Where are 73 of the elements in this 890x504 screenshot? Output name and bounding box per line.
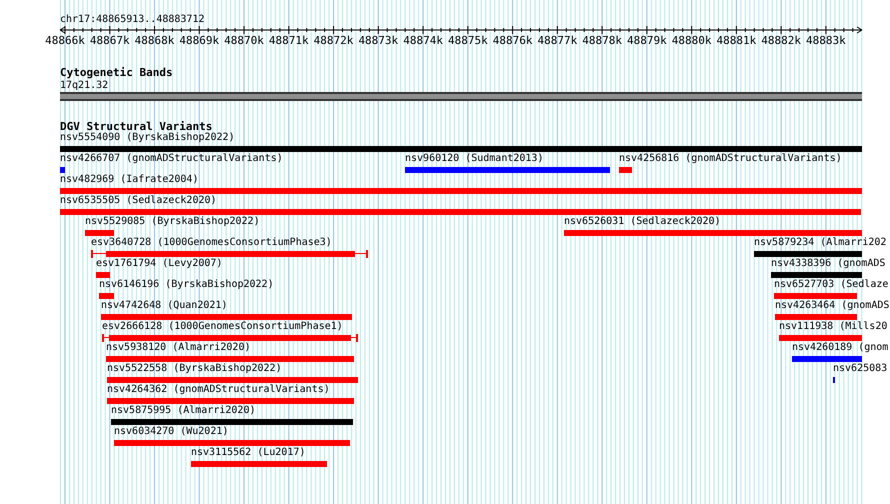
- track-title: Cytogenetic Bands: [60, 66, 173, 80]
- tick-label: 48871k: [268, 34, 310, 47]
- feature-bar[interactable]: [619, 167, 632, 173]
- feature-bar[interactable]: [114, 440, 350, 446]
- feature-label: esv1761794 (Levy2007): [96, 258, 222, 270]
- feature-label: nsv6034270 (Wu2021): [114, 426, 228, 438]
- tick-label: 48880k: [670, 34, 712, 47]
- tick-label: 48870k: [223, 34, 265, 47]
- tick-label: 48877k: [536, 34, 578, 47]
- feature-bar[interactable]: [60, 167, 65, 173]
- tick-label: 48867k: [88, 34, 131, 47]
- tick-label: 48876k: [492, 34, 534, 47]
- feature-bar[interactable]: [771, 272, 862, 278]
- feature-label: nsv111938 (Mills20: [779, 321, 888, 333]
- feature-bar[interactable]: [85, 230, 114, 236]
- feature-label: nsv5938120 (Almarri2020): [106, 342, 250, 354]
- feature-label: esv3640728 (1000GenomesConsortiumPhase3): [91, 237, 332, 249]
- feature-bar[interactable]: [96, 272, 110, 278]
- feature-bar[interactable]: [106, 356, 354, 362]
- feature-label: nsv6527703 (Sedlaze: [774, 279, 888, 291]
- feature-range-bar[interactable]: [91, 250, 368, 258]
- feature-bar[interactable]: [60, 146, 862, 152]
- feature-label: nsv625083: [833, 363, 888, 375]
- feature-bar[interactable]: [107, 398, 354, 404]
- feature-label: nsv4266707 (gnomADStructuralVariants): [60, 153, 283, 165]
- tick-label: 48866k: [44, 34, 86, 47]
- tick-label: 48873k: [357, 34, 400, 47]
- feature-bar[interactable]: [792, 356, 862, 362]
- feature-label: nsv4338396 (gnomADS: [771, 258, 886, 270]
- tick-label: 48874k: [402, 34, 444, 47]
- feature-label: nsv6146196 (ByrskaBishop2022): [99, 279, 274, 291]
- feature-bar[interactable]: [779, 335, 862, 341]
- tick-label: 48878k: [581, 34, 623, 47]
- tick-label: 48875k: [446, 34, 489, 47]
- tick-label: 48872k: [312, 34, 354, 47]
- tick-label: 48883k: [805, 34, 847, 47]
- feature-bar[interactable]: [191, 461, 327, 467]
- feature-label: nsv3115562 (Lu2017): [191, 447, 306, 459]
- feature-bar[interactable]: [754, 251, 862, 257]
- feature-label: nsv5879234 (Almarri202: [754, 237, 886, 249]
- track-title: DGV Structural Variants: [60, 120, 212, 133]
- feature-label: nsv4264362 (gnomADStructuralVariants): [107, 384, 330, 396]
- tick-label: 48869k: [178, 34, 220, 47]
- feature-bar[interactable]: [775, 314, 857, 320]
- feature-label: nsv4256816 (gnomADStructuralVariants): [619, 153, 842, 165]
- band-label: 17q21.32: [60, 80, 108, 92]
- tick-label: 48879k: [626, 34, 668, 47]
- feature-bar[interactable]: [60, 209, 861, 215]
- feature-range-bar[interactable]: [102, 334, 358, 342]
- feature-label: nsv4260189 (gnom: [792, 342, 888, 354]
- feature-label: nsv4263464 (gnomADS: [775, 300, 890, 312]
- tick-label: 48882k: [760, 34, 802, 47]
- feature-label: nsv5875995 (Almarri2020): [111, 405, 256, 417]
- feature-label: esv2666128 (1000GenomesConsortiumPhase1): [102, 321, 343, 333]
- ruler-title: chr17:48865913..48883712: [60, 14, 204, 26]
- feature-bar[interactable]: [101, 314, 352, 320]
- feature-label: nsv6535505 (Sedlazeck2020): [60, 195, 217, 207]
- feature-label: nsv5522558 (ByrskaBishop2022): [107, 363, 282, 375]
- feature-bar[interactable]: [99, 293, 114, 299]
- feature-label: nsv5554090 (ByrskaBishop2022): [60, 132, 235, 144]
- feature-label: nsv6526031 (Sedlazeck2020): [564, 216, 721, 228]
- feature-bar[interactable]: [774, 293, 857, 299]
- feature-label: nsv4742648 (Quan2021): [101, 300, 228, 312]
- feature-bar[interactable]: [405, 167, 610, 173]
- feature-label: nsv5529085 (ByrskaBishop2022): [85, 216, 260, 228]
- feature-bar[interactable]: [564, 230, 862, 236]
- feature-bar[interactable]: [107, 377, 358, 383]
- feature-bar[interactable]: [111, 419, 353, 425]
- feature-label: nsv960120 (Sudmant2013): [405, 153, 544, 165]
- tick-label: 48881k: [716, 34, 758, 47]
- feature-label: nsv482969 (Iafrate2004): [60, 174, 198, 186]
- feature-bar[interactable]: [60, 188, 862, 194]
- tick-label: 48868k: [134, 34, 176, 47]
